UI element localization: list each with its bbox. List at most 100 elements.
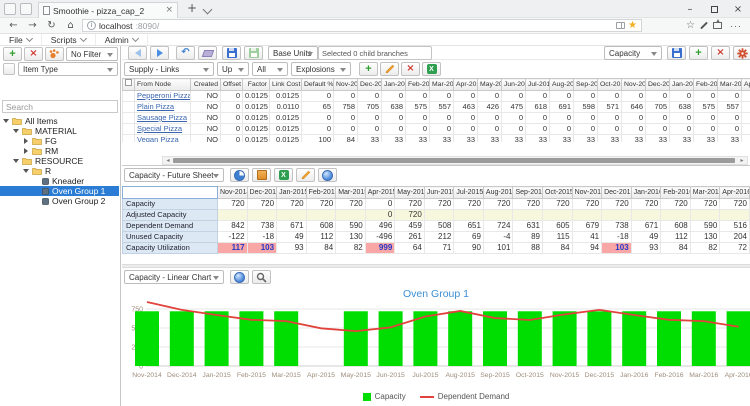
supply-cell[interactable]: 0 bbox=[454, 124, 478, 135]
supply-cell[interactable]: 0 bbox=[526, 91, 550, 102]
supply-cell[interactable]: 0 bbox=[478, 113, 502, 124]
future-cell[interactable]: 82 bbox=[690, 243, 720, 254]
supply-cell[interactable]: 0 bbox=[358, 113, 382, 124]
supply-cell[interactable]: 0 bbox=[358, 124, 382, 135]
future-cell[interactable] bbox=[336, 210, 366, 221]
row-checkbox-cell[interactable] bbox=[123, 135, 135, 143]
supply-cell[interactable]: 84 bbox=[334, 135, 358, 143]
supply-cell[interactable]: 33 bbox=[622, 135, 646, 143]
future-cell[interactable] bbox=[513, 210, 543, 221]
future-cell[interactable] bbox=[720, 210, 750, 221]
supply-cell[interactable]: 463 bbox=[454, 102, 478, 113]
supply-cell[interactable]: 475 bbox=[502, 102, 526, 113]
chevron-right-icon[interactable] bbox=[23, 138, 29, 144]
future-cell[interactable]: 71 bbox=[424, 243, 454, 254]
supply-cell[interactable]: 426 bbox=[478, 102, 502, 113]
future-cell[interactable]: 94 bbox=[572, 243, 602, 254]
item-type-button[interactable] bbox=[3, 63, 15, 75]
menu-scripts[interactable]: Scripts bbox=[42, 34, 96, 45]
future-cell[interactable]: 671 bbox=[631, 221, 661, 232]
supply-cell[interactable]: 0.0110 bbox=[270, 102, 302, 113]
future-cell[interactable]: 651 bbox=[454, 221, 484, 232]
future-cell[interactable]: 720 bbox=[247, 199, 277, 210]
supply-cell[interactable]: 33 bbox=[646, 135, 670, 143]
future-cell[interactable]: 608 bbox=[306, 221, 336, 232]
mode-select[interactable]: Explosions bbox=[291, 62, 351, 76]
future-cell[interactable]: 89 bbox=[513, 232, 543, 243]
future-cell[interactable]: 117 bbox=[218, 243, 248, 254]
future-cell[interactable]: -496 bbox=[365, 232, 395, 243]
new-tab-button[interactable]: + bbox=[184, 1, 200, 17]
future-cell[interactable]: 720 bbox=[690, 199, 720, 210]
row-checkbox-cell[interactable] bbox=[123, 102, 135, 113]
filter-select[interactable]: No Filter bbox=[66, 47, 118, 61]
supply-cell[interactable]: 0.0125 bbox=[270, 135, 302, 143]
supply-cell[interactable]: 0 bbox=[502, 113, 526, 124]
supply-cell[interactable]: 705 bbox=[358, 102, 382, 113]
future-cell[interactable]: 261 bbox=[395, 232, 425, 243]
future-cell[interactable]: 49 bbox=[631, 232, 661, 243]
supply-cell[interactable]: NO bbox=[191, 124, 221, 135]
row-checkbox-cell[interactable] bbox=[123, 124, 135, 135]
future-cell[interactable]: 84 bbox=[306, 243, 336, 254]
supply-cell[interactable]: 33 bbox=[598, 135, 622, 143]
supply-cell[interactable]: 0.0125 bbox=[270, 124, 302, 135]
supply-cell[interactable]: 638 bbox=[670, 102, 694, 113]
grid-selector[interactable]: Supply - Links bbox=[124, 62, 214, 76]
supply-cell[interactable]: 598 bbox=[574, 102, 598, 113]
nav-forward-button[interactable] bbox=[150, 46, 169, 60]
future-cell[interactable]: 720 bbox=[306, 199, 336, 210]
future-cell[interactable]: 49 bbox=[277, 232, 307, 243]
supply-cell[interactable]: 33 bbox=[382, 135, 406, 143]
back-icon[interactable]: ← bbox=[4, 20, 23, 31]
reading-view-icon[interactable] bbox=[616, 22, 625, 29]
item-type-select[interactable]: Item Type bbox=[18, 62, 118, 76]
supply-cell[interactable]: 100 bbox=[302, 135, 334, 143]
supply-cell[interactable]: 65 bbox=[302, 102, 334, 113]
add-view-button[interactable]: + bbox=[689, 46, 708, 60]
future-cell[interactable]: 720 bbox=[336, 199, 366, 210]
future-cell[interactable]: 93 bbox=[631, 243, 661, 254]
direction-select[interactable]: Up bbox=[217, 62, 249, 76]
from-node-link[interactable]: Vegan Pizza bbox=[137, 135, 179, 142]
supply-cell[interactable]: 0 bbox=[502, 91, 526, 102]
future-cell[interactable] bbox=[483, 210, 513, 221]
supply-cell[interactable]: 0 bbox=[454, 91, 478, 102]
supply-cell[interactable]: 0 bbox=[622, 113, 646, 124]
web-note-pen-icon[interactable] bbox=[700, 22, 708, 30]
supply-cell[interactable]: 0 bbox=[598, 113, 622, 124]
future-cell[interactable] bbox=[690, 210, 720, 221]
future-cell[interactable]: 41 bbox=[572, 232, 602, 243]
future-cell[interactable] bbox=[661, 210, 691, 221]
supply-cell[interactable]: 705 bbox=[646, 102, 670, 113]
from-node-link[interactable]: Pepperoni Pizza bbox=[137, 91, 191, 100]
menu-admin[interactable]: Admin bbox=[96, 34, 148, 45]
future-cell[interactable]: 103 bbox=[247, 243, 277, 254]
supply-cell[interactable]: 0.0125 bbox=[270, 91, 302, 102]
supply-cell[interactable]: 0 bbox=[670, 124, 694, 135]
supply-cell[interactable]: 0 bbox=[406, 124, 430, 135]
supply-cell[interactable]: 0 bbox=[646, 91, 670, 102]
future-cell[interactable]: 590 bbox=[336, 221, 366, 232]
tree-item-fg[interactable]: FG bbox=[0, 136, 119, 146]
tree-item-all-items[interactable]: All Items bbox=[0, 116, 119, 126]
supply-cell[interactable]: 33 bbox=[550, 135, 574, 143]
delete-link-button[interactable]: × bbox=[401, 62, 420, 76]
supply-cell[interactable] bbox=[742, 102, 750, 113]
future-cell[interactable]: 720 bbox=[483, 199, 513, 210]
edit-sheet-button[interactable] bbox=[296, 168, 315, 182]
corner-cell[interactable] bbox=[123, 187, 218, 199]
scrollbar-thumb[interactable] bbox=[173, 158, 735, 163]
supply-cell[interactable]: 33 bbox=[574, 135, 598, 143]
supply-cell[interactable]: 0 bbox=[221, 135, 243, 143]
add-link-button[interactable]: + bbox=[359, 62, 378, 76]
future-cell[interactable]: -4 bbox=[483, 232, 513, 243]
supply-cell[interactable]: 33 bbox=[358, 135, 382, 143]
supply-cell[interactable]: 0.0125 bbox=[243, 113, 270, 124]
supply-cell[interactable]: 0 bbox=[550, 113, 574, 124]
future-cell[interactable]: 679 bbox=[572, 221, 602, 232]
supply-cell[interactable]: 33 bbox=[694, 135, 718, 143]
supply-cell[interactable]: 0 bbox=[334, 113, 358, 124]
future-cell[interactable]: 90 bbox=[454, 243, 484, 254]
chevron-down-icon[interactable] bbox=[13, 129, 19, 133]
